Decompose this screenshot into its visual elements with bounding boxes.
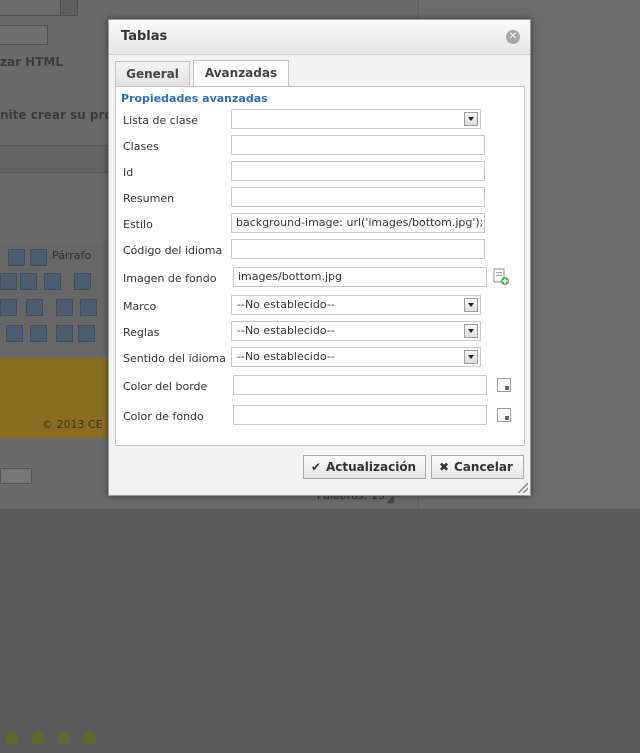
classes-input[interactable] [231, 135, 485, 155]
horizontal-scrollbar [0, 468, 32, 484]
frame-select[interactable]: --No establecido-- [231, 295, 481, 315]
style-input[interactable]: background-image: url('images/bottom.jpg… [231, 213, 485, 233]
rules-value: --No establecido-- [237, 324, 335, 337]
spellcheck-icon [56, 325, 73, 342]
background-label-html: zar HTML [0, 55, 63, 69]
summary-label: Resumen [123, 192, 175, 205]
toolbar-icon [20, 273, 37, 290]
toolbar-icon [56, 299, 73, 316]
close-icon[interactable]: ✕ [506, 30, 520, 44]
toolbar-icon [0, 273, 17, 290]
update-button-label: Actualización [326, 460, 417, 474]
toolbar-icon [44, 273, 61, 290]
toolbar-icon [80, 299, 97, 316]
quote-icon [30, 249, 47, 266]
language-code-label: Código del idioma [123, 244, 223, 257]
background-image-label: Imagen de fondo [123, 272, 217, 285]
background-color-label: Color de fondo [123, 410, 204, 423]
rules-select[interactable]: --No establecido-- [231, 321, 481, 341]
toolbar-icon [30, 325, 47, 342]
frame-label: Marco [123, 300, 157, 313]
toolbar-icon [6, 325, 23, 342]
tab-avanzadas[interactable]: Avanzadas [193, 60, 289, 87]
advanced-properties-panel: Propiedades avanzadas Lista de clase Cla… [115, 86, 525, 446]
tab-general[interactable]: General [115, 61, 190, 86]
tables-dialog: Tablas ✕ General Avanzadas Propiedades a… [108, 19, 531, 496]
check-icon: ✔ [310, 460, 322, 474]
toolbar-icon [0, 299, 17, 316]
background-input [0, 25, 48, 45]
chevron-down-icon [464, 350, 478, 364]
update-button[interactable]: ✔ Actualización [303, 455, 426, 479]
rules-label: Reglas [123, 326, 160, 339]
toolbar-icon [78, 325, 95, 342]
dialog-header: Tablas ✕ [109, 20, 530, 55]
id-input[interactable] [231, 161, 485, 181]
frame-value: --No establecido-- [237, 298, 335, 311]
id-label: Id [123, 166, 134, 179]
class-list-label: Lista de clase [123, 114, 199, 127]
toolbar-icon [26, 299, 43, 316]
language-code-input[interactable] [231, 239, 485, 259]
section-title: Propiedades avanzadas [121, 92, 268, 105]
toolbar-icon [74, 273, 91, 290]
cancel-button[interactable]: ✖ Cancelar [431, 455, 524, 479]
class-list-select[interactable] [231, 109, 481, 129]
dialog-title: Tablas [121, 29, 168, 44]
background-strip [0, 145, 110, 173]
chevron-down-icon [464, 298, 478, 312]
classes-label: Clases [123, 140, 159, 153]
background-color-input[interactable] [233, 405, 487, 425]
language-direction-label: Sentido del idioma [123, 352, 226, 365]
chevron-down-icon [464, 112, 478, 126]
browse-image-icon[interactable] [492, 268, 510, 286]
toolbar-icon [8, 249, 25, 266]
cancel-button-label: Cancelar [454, 460, 513, 474]
summary-input[interactable] [231, 187, 485, 207]
footer-copyright: © 2013 CE [42, 418, 103, 431]
style-label: Estilo [123, 218, 153, 231]
border-color-input[interactable] [233, 375, 487, 395]
border-color-picker-icon[interactable] [497, 378, 511, 392]
background-image-input[interactable]: images/bottom.jpg [233, 267, 487, 287]
border-color-label: Color del borde [123, 380, 208, 393]
language-direction-select[interactable]: --No establecido-- [231, 347, 481, 367]
chevron-down-icon [464, 324, 478, 338]
resize-grip-icon[interactable] [518, 483, 528, 493]
cross-icon: ✖ [438, 460, 450, 474]
background-color-picker-icon[interactable] [497, 408, 511, 422]
format-label: Párrafo [52, 249, 92, 262]
language-direction-value: --No establecido-- [237, 350, 335, 363]
background-select [0, 0, 78, 16]
